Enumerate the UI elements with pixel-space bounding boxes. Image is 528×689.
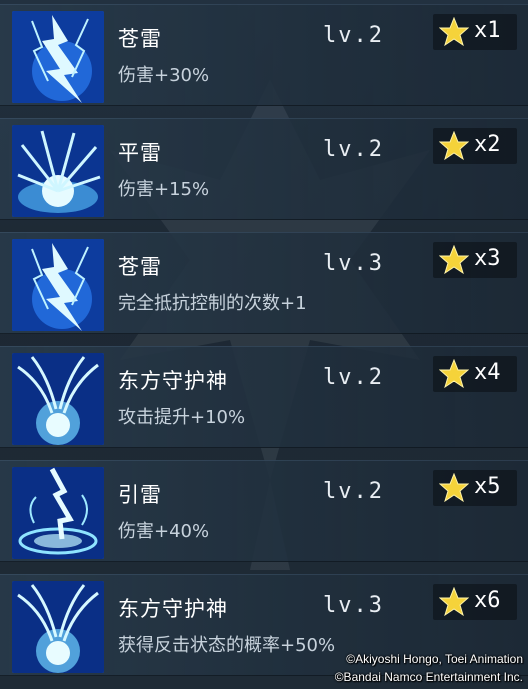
skill-effect: 获得反击状态的概率+50% bbox=[118, 635, 336, 656]
star-count-badge: x6 bbox=[433, 584, 517, 620]
skill-level: lv.2 bbox=[323, 365, 384, 390]
skill-effect: 攻击提升+10% bbox=[118, 407, 246, 428]
skill-row[interactable]: 苍雷 完全抵抗控制的次数+1 lv.3 x3 bbox=[0, 232, 528, 334]
skill-effect: 伤害+30% bbox=[118, 65, 210, 86]
star-icon bbox=[439, 359, 469, 389]
lightning-burst-icon bbox=[12, 125, 104, 217]
copyright-line-2: ©Bandai Namco Entertainment Inc. bbox=[334, 670, 523, 684]
skill-list-panel: 苍雷 伤害+30% lv.2 x1 平雷 伤害+15% lv.2 x2 苍雷 完… bbox=[0, 0, 528, 689]
skill-row[interactable]: 东方守护神 攻击提升+10% lv.2 x4 bbox=[0, 346, 528, 448]
copyright-line-1: ©Akiyoshi Hongo, Toei Animation bbox=[346, 652, 523, 666]
guardian-dragon-icon bbox=[12, 581, 104, 673]
skill-name: 苍雷 bbox=[118, 255, 162, 279]
skill-level: lv.3 bbox=[323, 251, 384, 276]
skill-row[interactable]: 引雷 伤害+40% lv.2 x5 bbox=[0, 460, 528, 562]
skill-name: 东方守护神 bbox=[118, 369, 228, 393]
star-icon bbox=[439, 17, 469, 47]
skill-row[interactable]: 苍雷 伤害+30% lv.2 x1 bbox=[0, 4, 528, 106]
star-multiplier: x3 bbox=[474, 246, 501, 271]
star-multiplier: x5 bbox=[474, 474, 501, 499]
star-multiplier: x4 bbox=[474, 360, 501, 385]
skill-level: lv.2 bbox=[323, 479, 384, 504]
skill-level: lv.2 bbox=[323, 137, 384, 162]
skill-level: lv.2 bbox=[323, 23, 384, 48]
star-icon bbox=[439, 245, 469, 275]
guardian-dragon-icon bbox=[12, 353, 104, 445]
skill-name: 苍雷 bbox=[118, 27, 162, 51]
star-count-badge: x3 bbox=[433, 242, 517, 278]
star-icon bbox=[439, 473, 469, 503]
lightning-vortex-icon bbox=[12, 467, 104, 559]
star-count-badge: x2 bbox=[433, 128, 517, 164]
star-multiplier: x1 bbox=[474, 18, 501, 43]
lightning-strike-icon bbox=[12, 239, 104, 331]
skill-name: 东方守护神 bbox=[118, 597, 228, 621]
star-icon bbox=[439, 131, 469, 161]
skill-effect: 伤害+40% bbox=[118, 521, 210, 542]
skill-effect: 完全抵抗控制的次数+1 bbox=[118, 293, 307, 314]
lightning-strike-icon bbox=[12, 11, 104, 103]
skill-name: 引雷 bbox=[118, 483, 162, 507]
star-multiplier: x6 bbox=[474, 588, 501, 613]
star-icon bbox=[439, 587, 469, 617]
star-multiplier: x2 bbox=[474, 132, 501, 157]
skill-effect: 伤害+15% bbox=[118, 179, 210, 200]
skill-level: lv.3 bbox=[323, 593, 384, 618]
star-count-badge: x1 bbox=[433, 14, 517, 50]
skill-row[interactable]: 平雷 伤害+15% lv.2 x2 bbox=[0, 118, 528, 220]
star-count-badge: x4 bbox=[433, 356, 517, 392]
skill-name: 平雷 bbox=[118, 141, 162, 165]
star-count-badge: x5 bbox=[433, 470, 517, 506]
